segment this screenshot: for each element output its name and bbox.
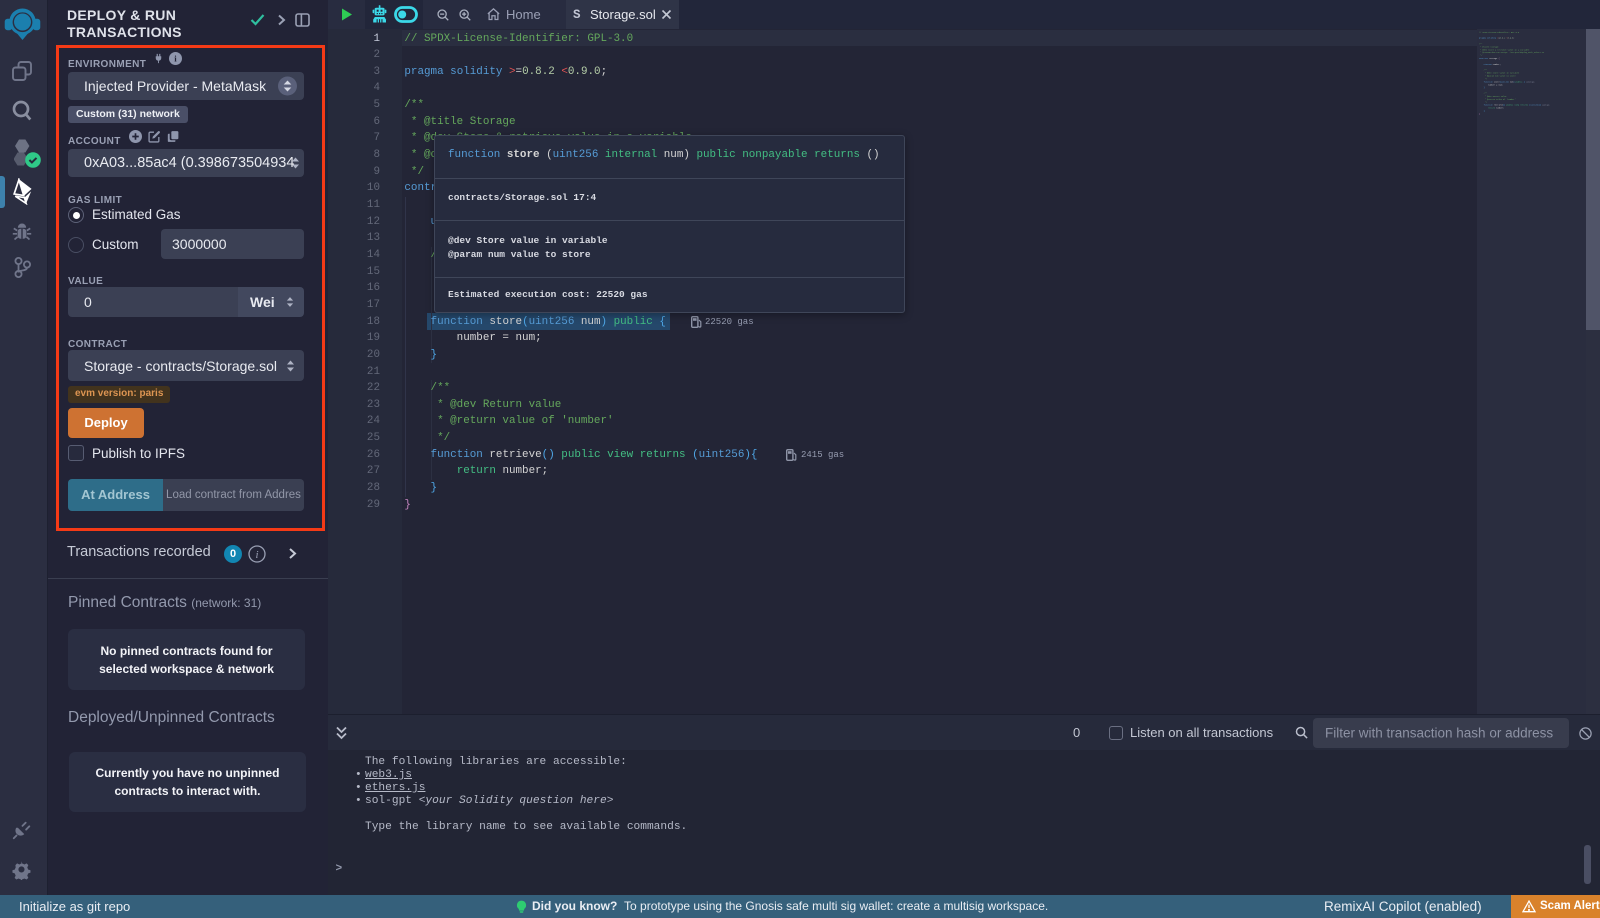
svg-text:i: i	[255, 549, 258, 561]
